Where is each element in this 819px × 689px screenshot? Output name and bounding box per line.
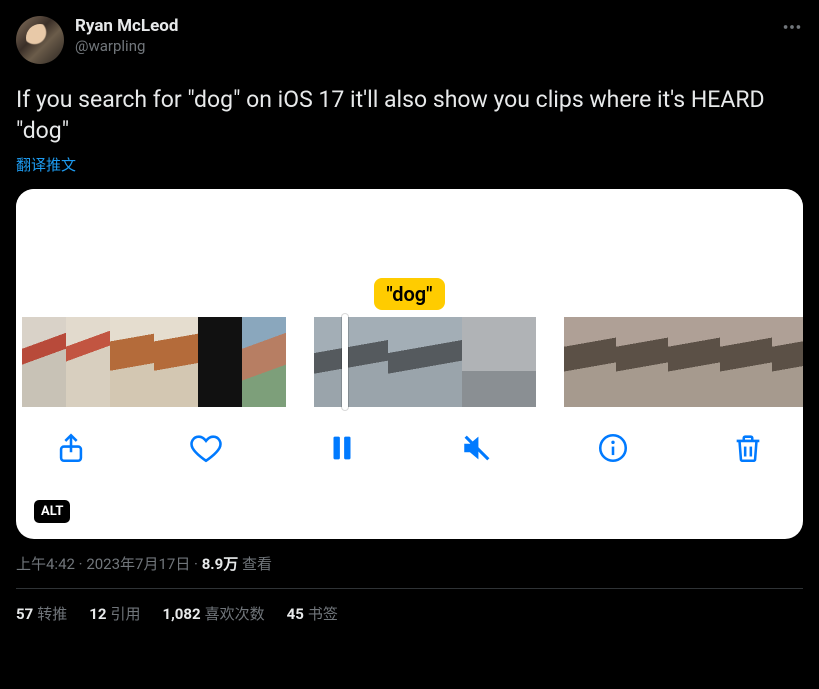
search-tag-row: "dog"	[16, 274, 803, 314]
mute-icon[interactable]	[460, 431, 494, 465]
thumbnail	[242, 317, 286, 407]
pause-icon[interactable]	[325, 431, 359, 465]
thumbnail	[110, 317, 154, 407]
meta-date[interactable]: 2023年7月17日	[86, 555, 190, 573]
tweet-header: Ryan McLeod @warpling	[16, 16, 803, 64]
playhead[interactable]	[342, 314, 348, 410]
more-icon[interactable]	[781, 16, 803, 38]
tweet-container: Ryan McLeod @warpling If you search for …	[0, 0, 819, 624]
thumbnail	[198, 317, 242, 407]
meta-sep: ·	[75, 555, 86, 573]
display-name: Ryan McLeod	[75, 16, 178, 37]
thumbnail	[564, 317, 616, 407]
user-handle: @warpling	[75, 37, 178, 56]
clip-group-1	[22, 317, 286, 407]
meta-time[interactable]: 上午4:42	[16, 555, 75, 573]
media-toolbar	[16, 409, 803, 465]
tweet-meta: 上午4:42 · 2023年7月17日 · 8.9万 查看	[16, 553, 803, 574]
share-icon[interactable]	[54, 431, 88, 465]
meta-views-suffix: 查看	[238, 555, 272, 573]
tweet-stats: 57转推 12引用 1,082喜欢次数 45书签	[16, 589, 803, 624]
stat-quotes[interactable]: 12引用	[89, 603, 140, 624]
info-icon[interactable]	[596, 431, 630, 465]
translate-link[interactable]: 翻译推文	[16, 154, 76, 175]
stat-likes[interactable]: 1,082喜欢次数	[162, 603, 264, 624]
user-block[interactable]: Ryan McLeod @warpling	[75, 16, 178, 56]
heart-icon[interactable]	[189, 431, 223, 465]
thumbnail	[22, 317, 66, 407]
thumbnail	[314, 317, 388, 407]
thumbnail	[772, 317, 803, 407]
media-image[interactable]: "dog"	[16, 189, 803, 539]
alt-badge[interactable]: ALT	[34, 500, 70, 523]
trash-icon[interactable]	[731, 431, 765, 465]
thumbnail	[616, 317, 668, 407]
tweet-text: If you search for "dog" on iOS 17 it'll …	[16, 84, 803, 146]
stat-bookmarks[interactable]: 45书签	[287, 603, 338, 624]
search-tag: "dog"	[374, 278, 444, 310]
meta-sep2: ·	[190, 555, 201, 573]
thumbnail	[720, 317, 772, 407]
clip-group-3	[564, 317, 803, 407]
thumbnail	[462, 317, 536, 407]
thumbnail	[668, 317, 720, 407]
thumbnail	[154, 317, 198, 407]
filmstrip	[16, 314, 803, 409]
clip-group-2	[314, 317, 536, 407]
avatar[interactable]	[16, 16, 64, 64]
thumbnail	[66, 317, 110, 407]
meta-views-count: 8.9万	[202, 555, 239, 573]
thumbnail	[388, 317, 462, 407]
stat-retweets[interactable]: 57转推	[16, 603, 67, 624]
media-top-spacer	[16, 189, 803, 274]
